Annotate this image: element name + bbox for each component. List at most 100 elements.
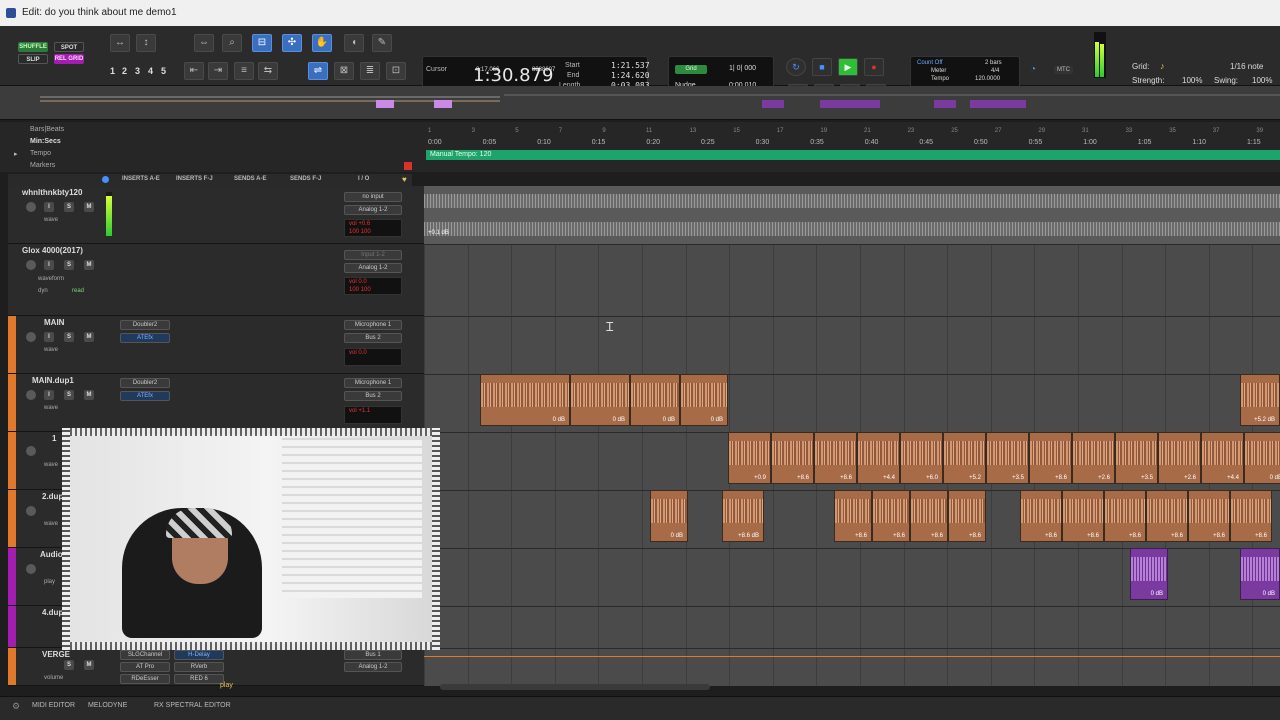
audio-clip[interactable]: +8.6 (910, 490, 948, 542)
audio-clip[interactable]: +8.6 (1230, 490, 1272, 542)
inserts-ae-header[interactable]: INSERTS A-E (122, 176, 160, 182)
horizontal-scrollbar[interactable] (440, 684, 710, 690)
insert-slot[interactable]: SLGChannel (120, 650, 170, 660)
sends-fj-header[interactable]: SENDS F-J (290, 176, 321, 182)
audio-clip[interactable]: +5.2 (943, 432, 986, 484)
session-overview[interactable] (0, 86, 1280, 120)
ruler-bars-beats[interactable]: Bars|Beats (30, 126, 64, 133)
tab-melodyne[interactable]: MELODYNE (88, 702, 127, 709)
audio-clip[interactable]: +6.0 (900, 432, 943, 484)
input-monitor-button[interactable]: I (44, 332, 54, 342)
zoom-preset-2[interactable]: 2 (122, 66, 127, 76)
loop-icon[interactable]: ↻ (786, 58, 806, 76)
nudge-left-icon[interactable]: ⇤ (184, 62, 204, 80)
record-enable-icon[interactable] (26, 332, 36, 342)
clip-whnlthnkbty120[interactable]: +0.1 dB (424, 186, 1280, 244)
grabber-tool-icon[interactable]: ✋ (312, 34, 332, 52)
heart-icon[interactable]: ♥ (402, 175, 407, 184)
spot-mode-button[interactable]: SPOT (54, 42, 84, 52)
solo-button[interactable]: S (64, 660, 74, 670)
tab-midi-editor[interactable]: MIDI EDITOR (32, 702, 75, 709)
record-enable-icon[interactable] (26, 390, 36, 400)
insert-slot[interactable]: RED 6 (174, 674, 224, 684)
mtc-button[interactable]: MTC (1054, 66, 1073, 74)
zoom-toggle-icon[interactable]: ⇔ (194, 34, 214, 52)
io-header[interactable]: I / O (358, 176, 369, 182)
tab-to-transients-icon[interactable]: ⇌ (308, 62, 328, 80)
audio-clip[interactable]: +8.6 (1020, 490, 1062, 542)
count-off-bars[interactable]: 2 bars (985, 60, 1002, 66)
track-view-mode[interactable]: wave (44, 462, 58, 468)
zoomer-tool-icon[interactable]: ⌕ (222, 34, 242, 52)
swing-value[interactable]: 100% (1252, 76, 1272, 85)
audio-clip[interactable]: +8.6 (771, 432, 814, 484)
ruler-tempo[interactable]: Tempo (30, 150, 51, 157)
settings-gear-icon[interactable]: ⚙ (12, 701, 20, 712)
output-selector[interactable]: Analog 1-2 (344, 263, 402, 273)
sends-ae-header[interactable]: SENDS A-E (234, 176, 266, 182)
track-name[interactable]: Audio (40, 550, 63, 559)
track-name[interactable]: VERGE (42, 650, 70, 659)
ruler-min-secs[interactable]: Min:Secs (30, 138, 61, 145)
track-name[interactable]: Glox 4000(2017) (22, 246, 83, 255)
grid-settings-value[interactable]: 1/16 note (1230, 62, 1263, 71)
track-header[interactable]: Glox 4000(2017) I S M waveform dyn read … (8, 244, 424, 316)
output-selector[interactable]: Bus 2 (344, 391, 402, 401)
zoom-preset-5[interactable]: 5 (161, 66, 166, 76)
timeline-edit-area[interactable]: +0.1 dB 0 dB 0 dB 0 dB 0 dB +5.2 dB +0.9 +8.6 +… (424, 186, 1280, 686)
tempo-value[interactable]: 120.0000 (975, 76, 1000, 82)
audio-clip[interactable]: 0 dB (680, 374, 728, 426)
record-enable-icon[interactable] (26, 446, 36, 456)
dyn-label[interactable]: dyn (38, 288, 48, 294)
audio-clip[interactable]: +8.6 (834, 490, 872, 542)
grid-label[interactable]: Grid (675, 65, 707, 74)
audio-clip[interactable]: +8.6 (1062, 490, 1104, 542)
solo-button[interactable]: S (64, 202, 74, 212)
insert-slot[interactable]: ATEfx (120, 333, 170, 343)
audio-clip[interactable]: +4.4 (857, 432, 900, 484)
audio-clip[interactable]: 0 dB (1240, 548, 1280, 600)
link-track-icon[interactable]: ⇆ (258, 62, 278, 80)
nudge-right-icon[interactable]: ⇥ (208, 62, 228, 80)
grid-value[interactable]: 1| 0| 000 (729, 65, 756, 72)
track-view-mode[interactable]: wave (44, 405, 58, 411)
mute-button[interactable]: M (84, 332, 94, 342)
count-off-label[interactable]: Count Off (917, 60, 943, 66)
audio-clip[interactable]: +8.6 (948, 490, 986, 542)
zoom-preset-4[interactable]: 4 (148, 66, 153, 76)
track-header[interactable]: MAIN.dup1 I S M wave Doubler2 ATEfx Micr… (8, 374, 424, 432)
tempo-ruler-strip[interactable]: Manual Tempo: 120 (426, 150, 1280, 160)
audio-clip[interactable]: +8.6 (872, 490, 910, 542)
track-name[interactable]: whnlthnkbty120 (22, 188, 82, 197)
audio-clip[interactable]: +2.6 (1072, 432, 1115, 484)
track-view-mode[interactable]: wave (44, 521, 58, 527)
automation-mode[interactable]: read (72, 288, 84, 294)
audio-clip[interactable]: 0 dB (1130, 548, 1168, 600)
solo-button[interactable]: S (64, 260, 74, 270)
audio-clip[interactable]: +4.4 (1201, 432, 1244, 484)
inserts-fj-header[interactable]: INSERTS F-J (176, 176, 213, 182)
track-view-mode[interactable]: volume (44, 675, 63, 681)
solo-button[interactable]: S (64, 332, 74, 342)
insert-slot[interactable]: RVerb (174, 662, 224, 672)
insert-slot[interactable]: ATEfx (120, 391, 170, 401)
track-header[interactable]: whnlthnkbty120 I S M wave no input Analo… (8, 186, 424, 244)
audio-clip[interactable]: +8.6 dB (722, 490, 764, 542)
column-view-icon[interactable] (102, 176, 109, 183)
scrubber-tool-icon[interactable]: ◖ (344, 34, 364, 52)
record-icon[interactable]: ● (864, 58, 884, 76)
mute-button[interactable]: M (84, 660, 94, 670)
output-selector[interactable]: Analog 1-2 (344, 662, 402, 672)
shuffle-mode-button[interactable]: SHUFFLE (18, 42, 48, 52)
stop-icon[interactable]: ■ (812, 58, 832, 76)
track-name[interactable]: MAIN (44, 318, 64, 327)
insert-slot[interactable]: RDeEsser (120, 674, 170, 684)
input-selector[interactable]: no input (344, 192, 402, 202)
tab-rx-spectral-editor[interactable]: RX SPECTRAL EDITOR (154, 702, 231, 709)
zoom-preset-3[interactable]: 3 (135, 66, 140, 76)
audio-clip[interactable]: 0 dB (570, 374, 630, 426)
output-selector[interactable]: Bus 2 (344, 333, 402, 343)
marker-add-icon[interactable] (404, 162, 412, 170)
track-header[interactable]: MAIN I S M wave Doubler2 ATEfx Microphon… (8, 316, 424, 374)
sync-icon[interactable]: ◔ (1030, 64, 1036, 75)
